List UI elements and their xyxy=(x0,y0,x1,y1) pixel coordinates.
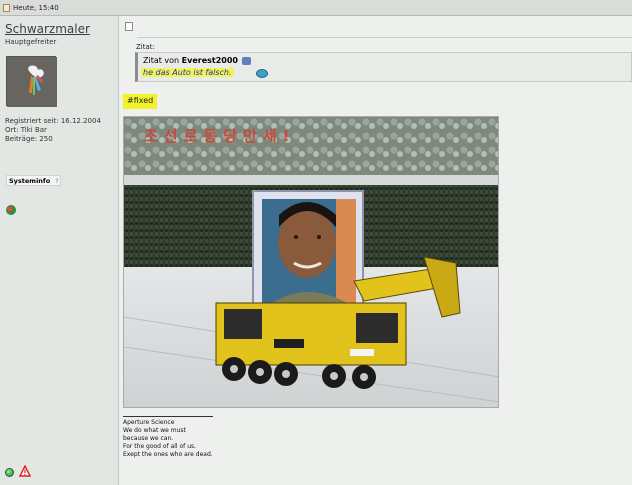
quote-text: he das Auto ist falsch. xyxy=(141,68,234,77)
avatar xyxy=(6,56,57,107)
user-location: Ort: Tiki Bar xyxy=(5,126,47,134)
sysinfo-help-icon: ? xyxy=(55,176,59,185)
username-link[interactable]: Schwarzmaler xyxy=(5,22,90,36)
signature-line: We do what we must xyxy=(123,427,186,434)
quote-box: Zitat von Everest2000 he das Auto ist fa… xyxy=(135,52,632,82)
report-warning-icon[interactable] xyxy=(19,465,31,477)
user-registered: Registriert seit: 16.12.2004 xyxy=(5,117,101,125)
award-icon xyxy=(6,205,16,215)
signature-line: because we can. xyxy=(123,435,174,442)
quote-author-name: Everest2000 xyxy=(181,56,238,65)
user-sidebar: Schwarzmaler Hauptgefreiter Registriert … xyxy=(0,16,119,485)
window-title: Heute, 15:40 xyxy=(13,3,59,12)
user-rank: Hauptgefreiter xyxy=(5,38,57,46)
signature-line: Aperture Science xyxy=(123,419,175,426)
fixed-text: #fixed xyxy=(123,94,158,109)
user-posts: Beiträge: 250 xyxy=(5,135,53,143)
image-banner-text: 조선로동당만세! xyxy=(144,127,295,145)
post-image: 조선로동당만세! xyxy=(123,116,499,408)
quote-prefix: Zitat von xyxy=(143,56,182,65)
signature-divider xyxy=(123,416,213,417)
document-icon xyxy=(3,3,10,12)
signature: Aperture Science We do what we must beca… xyxy=(123,419,213,459)
signature-line: Exept the ones who are dead. xyxy=(123,451,213,458)
sysinfo-button[interactable]: Systeminfo ? xyxy=(6,175,61,186)
online-status-icon xyxy=(5,468,14,477)
signature-line: For the good of all of us. xyxy=(123,443,197,450)
post-icon xyxy=(125,22,133,31)
quote-author: Zitat von Everest2000 xyxy=(143,56,238,65)
smiley-icon xyxy=(256,69,268,78)
jump-to-post-icon[interactable] xyxy=(242,57,251,65)
post-body: Zitat: Zitat von Everest2000 he das Auto… xyxy=(120,16,632,485)
quote-label: Zitat: xyxy=(136,43,155,51)
user-info: Registriert seit: 16.12.2004 Ort: Tiki B… xyxy=(5,117,101,144)
sysinfo-label: Systeminfo xyxy=(9,176,51,185)
divider xyxy=(137,37,632,38)
window-titlebar: Heute, 15:40 xyxy=(0,0,632,16)
